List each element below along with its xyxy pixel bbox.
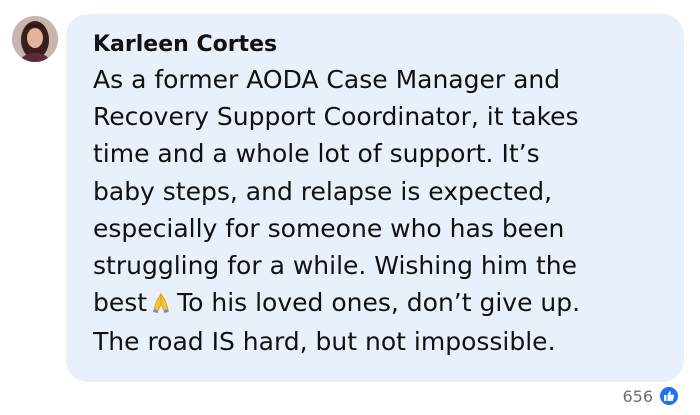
comment-line: As a former AODA Case Manager and	[93, 65, 561, 94]
comment-body: As a former AODA Case Manager and Recove…	[93, 61, 668, 361]
comment-line: Recovery Support Coordinator, it takes	[93, 102, 579, 132]
comment-bubble: Karleen Cortes As a former AODA Case Man…	[66, 14, 684, 382]
comment-line: especially for someone who has been	[93, 213, 565, 243]
comment-line: struggling for a while. Wishing him the	[93, 251, 577, 281]
avatar[interactable]	[12, 16, 58, 62]
folded-hands-icon	[151, 286, 171, 323]
comment-line-with-emoji: best To his loved ones, don’t give up.	[93, 284, 668, 323]
comment-line: time and a whole lot of support. It’s	[93, 139, 540, 169]
comment-line: baby steps, and relapse is expected,	[93, 176, 553, 206]
reaction-summary[interactable]: 656	[622, 385, 680, 407]
comment-text-segment: best	[93, 288, 148, 318]
comment-text-segment: To his loved ones, don’t give up.	[177, 288, 581, 318]
comment-author[interactable]: Karleen Cortes	[93, 32, 277, 57]
avatar-image	[12, 16, 58, 62]
reaction-count[interactable]: 656	[622, 387, 653, 406]
thumbs-up-icon	[658, 385, 680, 407]
comment-line: The road IS hard, but not impossible.	[93, 327, 556, 357]
